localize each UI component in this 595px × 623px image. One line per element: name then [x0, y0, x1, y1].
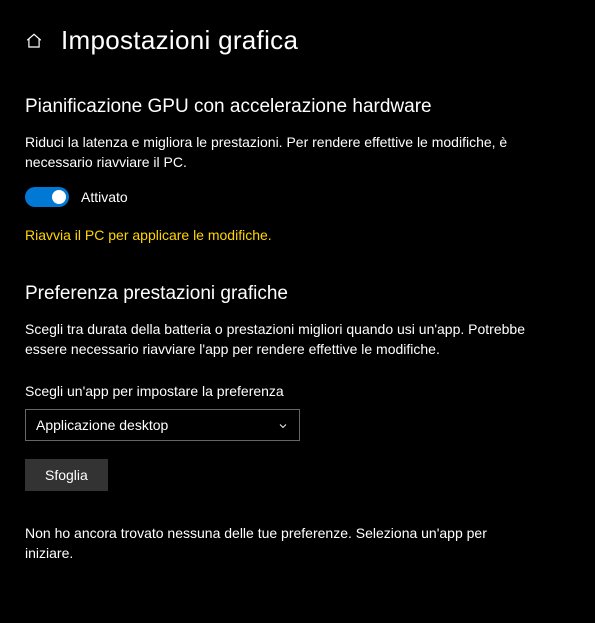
toggle-knob	[52, 190, 66, 204]
graphics-preference-section: Preferenza prestazioni grafiche Scegli t…	[25, 283, 570, 360]
gpu-scheduling-description: Riduci la latenza e migliora le prestazi…	[25, 132, 525, 173]
app-select-label: Scegli un'app per impostare la preferenz…	[25, 383, 570, 399]
gpu-scheduling-heading: Pianificazione GPU con accelerazione har…	[25, 96, 570, 118]
app-type-select-value: Applicazione desktop	[36, 417, 168, 433]
home-icon[interactable]	[25, 32, 43, 50]
gpu-scheduling-toggle-row: Attivato	[25, 187, 570, 207]
header: Impostazioni grafica	[25, 25, 570, 56]
chevron-down-icon	[277, 419, 289, 431]
restart-warning: Riavvia il PC per applicare le modifiche…	[25, 227, 570, 243]
page-title: Impostazioni grafica	[61, 25, 298, 56]
graphics-preference-heading: Preferenza prestazioni grafiche	[25, 283, 570, 305]
empty-state-text: Non ho ancora trovato nessuna delle tue …	[25, 523, 525, 564]
gpu-scheduling-toggle-label: Attivato	[81, 189, 128, 205]
browse-button[interactable]: Sfoglia	[25, 459, 108, 491]
graphics-preference-description: Scegli tra durata della batteria o prest…	[25, 319, 525, 360]
gpu-scheduling-toggle[interactable]	[25, 187, 69, 207]
app-type-select[interactable]: Applicazione desktop	[25, 409, 300, 441]
